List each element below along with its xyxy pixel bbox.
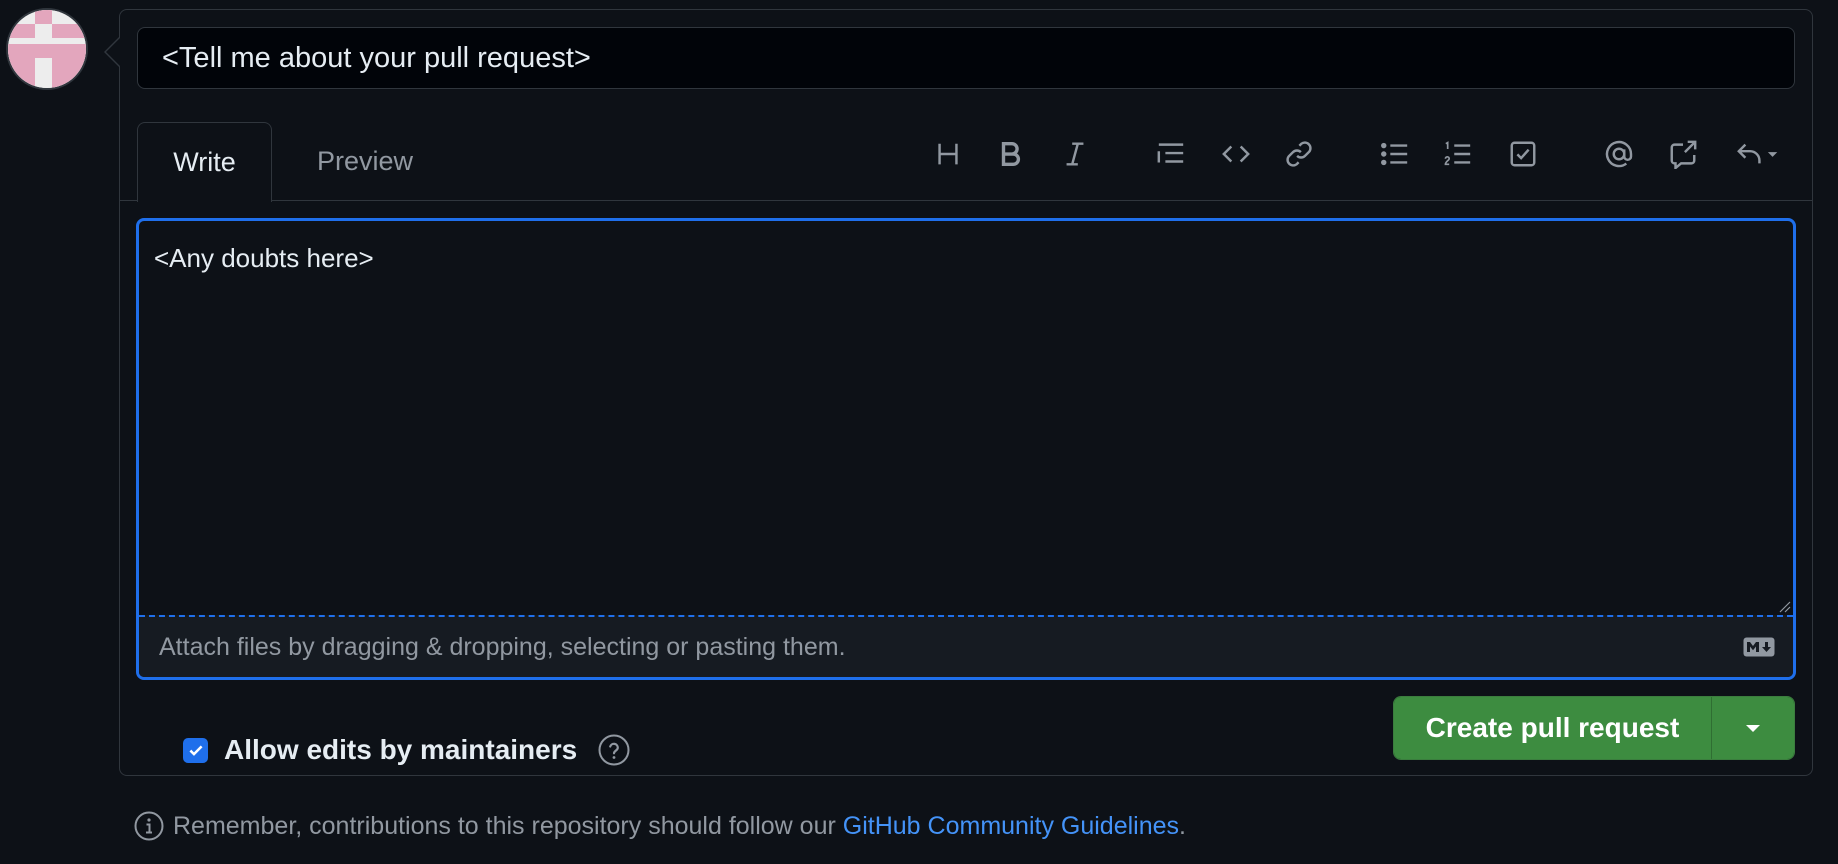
allow-edits-option: Allow edits by maintainers: [183, 733, 631, 767]
info-icon: [134, 811, 164, 841]
create-options-dropdown[interactable]: [1712, 697, 1794, 759]
quote-icon[interactable]: [1151, 134, 1191, 174]
contribution-note-text: Remember, contributions to this reposito…: [173, 811, 836, 840]
resize-handle-icon[interactable]: [1777, 599, 1791, 613]
checkmark-icon: [188, 745, 203, 756]
attach-files-text: Attach files by dragging & dropping, sel…: [159, 632, 846, 661]
contribution-note: Remember, contributions to this reposito…: [133, 810, 1186, 842]
heading-icon[interactable]: [928, 134, 968, 174]
italic-icon[interactable]: [1055, 134, 1095, 174]
cross-reference-icon[interactable]: [1663, 134, 1703, 174]
unordered-list-icon[interactable]: [1375, 134, 1415, 174]
ordered-list-icon[interactable]: [1438, 134, 1478, 174]
comment-textarea[interactable]: <Any doubts here>: [139, 221, 1793, 616]
allow-edits-label[interactable]: Allow edits by maintainers: [224, 734, 577, 766]
tab-preview[interactable]: Preview: [290, 122, 440, 201]
comment-editor: <Any doubts here> Attach files by draggi…: [136, 218, 1796, 680]
markdown-icon[interactable]: [1743, 637, 1775, 657]
saved-replies-icon[interactable]: [1728, 134, 1788, 174]
code-icon[interactable]: [1216, 134, 1256, 174]
create-pull-request-group: Create pull request: [1393, 696, 1795, 760]
help-icon[interactable]: [597, 733, 631, 767]
contribution-note-suffix: .: [1179, 811, 1186, 840]
bold-icon[interactable]: [991, 134, 1031, 174]
attach-files-bar[interactable]: Attach files by dragging & dropping, sel…: [139, 615, 1793, 677]
community-guidelines-link[interactable]: GitHub Community Guidelines: [843, 812, 1179, 840]
title-input[interactable]: [137, 27, 1795, 89]
tab-write[interactable]: Write: [137, 122, 272, 202]
task-list-icon[interactable]: [1503, 134, 1543, 174]
link-icon[interactable]: [1279, 134, 1319, 174]
mention-icon[interactable]: [1599, 134, 1639, 174]
avatar[interactable]: [6, 8, 88, 90]
triangle-down-icon: [1746, 725, 1760, 732]
allow-edits-checkbox[interactable]: [183, 737, 208, 763]
create-pull-request-button[interactable]: Create pull request: [1394, 697, 1712, 759]
